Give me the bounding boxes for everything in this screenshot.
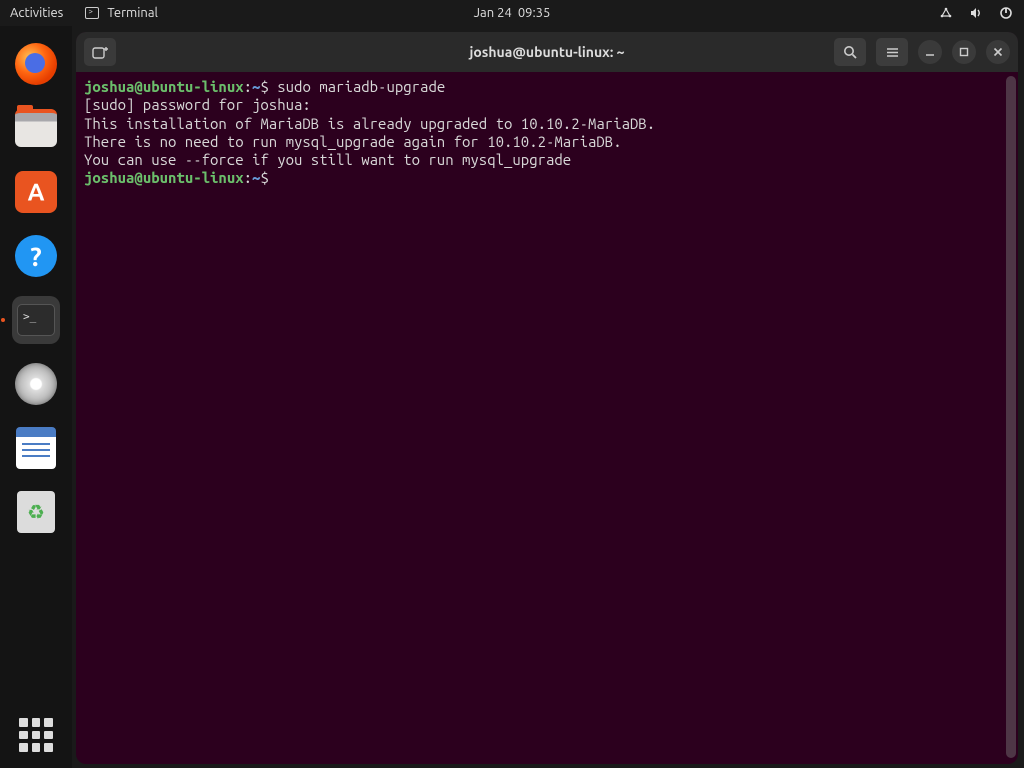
output-line: This installation of MariaDB is already … [84, 115, 655, 132]
firefox-icon [15, 43, 57, 85]
dock-help[interactable]: ? [12, 232, 60, 280]
volume-icon [968, 5, 984, 21]
activities-button[interactable]: Activities [10, 6, 63, 20]
dock-software[interactable] [12, 168, 60, 216]
prompt-sep: : [244, 78, 252, 95]
show-applications-button[interactable] [19, 718, 53, 752]
dock: ? ♻ [0, 26, 72, 768]
prompt-host: ubuntu-linux [143, 169, 244, 186]
terminal-scrollbar[interactable] [1006, 76, 1016, 758]
prompt-user: joshua [84, 78, 134, 95]
minimize-button[interactable] [918, 40, 942, 64]
dock-text-editor[interactable] [12, 424, 60, 472]
prompt-sep: : [244, 169, 252, 186]
terminal-app-icon [85, 7, 99, 19]
output-line: [sudo] password for joshua: [84, 96, 311, 113]
time-label: 09:35 [518, 6, 551, 20]
disk-icon [15, 363, 57, 405]
top-bar: Activities Terminal Jan 24 09:35 [0, 0, 1024, 26]
network-icon [938, 5, 954, 21]
files-icon [15, 109, 57, 147]
titlebar: joshua@ubuntu-linux: ~ [76, 32, 1018, 72]
prompt-symbol: $ [260, 169, 268, 186]
window-title: joshua@ubuntu-linux: ~ [469, 44, 624, 60]
software-icon [15, 171, 57, 213]
dock-files[interactable] [12, 104, 60, 152]
prompt-symbol: $ [260, 78, 268, 95]
terminal-icon [17, 304, 55, 336]
prompt-at: @ [134, 169, 142, 186]
trash-icon: ♻ [17, 491, 55, 533]
scrollbar-thumb[interactable] [1006, 76, 1016, 758]
output-line: You can use --force if you still want to… [84, 151, 571, 168]
search-button[interactable] [834, 38, 866, 66]
date-label: Jan 24 [474, 6, 512, 20]
app-name-label: Terminal [107, 6, 158, 20]
power-icon [998, 5, 1014, 21]
menu-button[interactable] [876, 38, 908, 66]
prompt-user: joshua [84, 169, 134, 186]
maximize-button[interactable] [952, 40, 976, 64]
system-tray[interactable] [938, 5, 1014, 21]
dock-terminal[interactable] [12, 296, 60, 344]
dock-trash[interactable]: ♻ [12, 488, 60, 536]
dock-firefox[interactable] [12, 40, 60, 88]
command-text: sudo mariadb-upgrade [277, 78, 445, 95]
topbar-left: Activities Terminal [10, 6, 158, 20]
clock[interactable]: Jan 24 09:35 [474, 6, 551, 20]
prompt-host: ubuntu-linux [143, 78, 244, 95]
terminal-window: joshua@ubuntu-linux: ~ joshua@ubuntu-lin… [76, 32, 1018, 764]
app-menu[interactable]: Terminal [85, 6, 158, 20]
dock-disk[interactable] [12, 360, 60, 408]
help-icon: ? [15, 235, 57, 277]
text-editor-icon [16, 427, 56, 469]
terminal-body[interactable]: joshua@ubuntu-linux:~$ sudo mariadb-upgr… [76, 72, 1018, 764]
output-line: There is no need to run mysql_upgrade ag… [84, 133, 622, 150]
titlebar-controls [834, 38, 1010, 66]
prompt-at: @ [134, 78, 142, 95]
close-button[interactable] [986, 40, 1010, 64]
new-tab-button[interactable] [84, 38, 116, 66]
